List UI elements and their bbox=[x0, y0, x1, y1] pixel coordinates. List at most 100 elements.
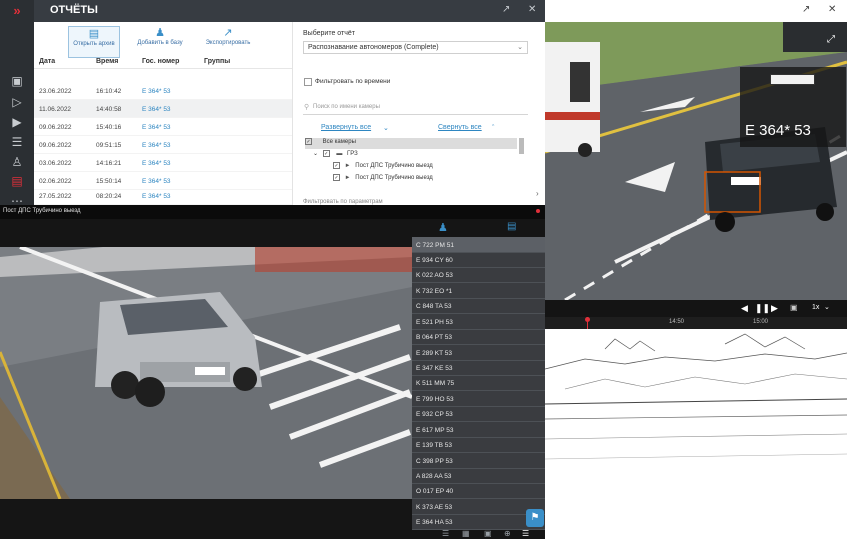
row-plate[interactable]: E 364* 53 bbox=[142, 178, 171, 185]
menu-icon[interactable]: ☰ bbox=[522, 529, 529, 538]
list-item[interactable]: E 799 HO 53 bbox=[412, 391, 545, 407]
table-row[interactable]: 09.06.2022 09:51:15 E 364* 53 bbox=[34, 136, 292, 154]
list-item[interactable]: K 732 EO *1 bbox=[412, 283, 545, 299]
road-scene bbox=[0, 247, 412, 499]
row-plate[interactable]: E 364* 53 bbox=[142, 193, 171, 200]
list-item[interactable]: O 017 EP 40 bbox=[412, 483, 545, 499]
edge-detection-view[interactable] bbox=[545, 329, 847, 539]
pin-icon[interactable]: ↗ bbox=[502, 4, 510, 15]
chevron-down-icon[interactable]: ⌄ bbox=[824, 303, 830, 311]
camera-icon: ► bbox=[344, 163, 351, 170]
table-row[interactable]: 03.06.2022 14:16:21 E 364* 53 bbox=[34, 154, 292, 172]
reports-icon[interactable]: ▤ bbox=[7, 174, 27, 188]
row-time: 15:40:16 bbox=[96, 124, 122, 131]
list-tab-icon[interactable]: ▤ bbox=[507, 221, 516, 232]
video-archive-icon[interactable]: ▶ bbox=[7, 115, 27, 129]
row-plate[interactable]: E 364* 53 bbox=[142, 88, 171, 95]
camera-header: Пост ДПС Трубичино выезд bbox=[0, 205, 545, 219]
report-settings-panel: Выберите отчёт Распознавание автономеров… bbox=[292, 22, 545, 205]
row-plate[interactable]: E 364* 53 bbox=[142, 142, 171, 149]
fullscreen-icon[interactable]: ⤢ bbox=[827, 34, 835, 45]
row-time: 15:50:14 bbox=[96, 178, 122, 185]
pin-icon[interactable]: ↗ bbox=[802, 4, 810, 15]
users-icon[interactable]: ♙ bbox=[7, 155, 27, 169]
column-groups[interactable]: Группы bbox=[204, 58, 230, 65]
open-archive-button[interactable]: ▤ Открыть архив bbox=[68, 26, 120, 58]
filter-time-checkbox[interactable] bbox=[304, 78, 312, 86]
playback-mode-icon[interactable]: ▣ bbox=[790, 303, 798, 312]
list-item[interactable]: E 617 MP 53 bbox=[412, 422, 545, 438]
grid-icon[interactable]: ▦ bbox=[462, 529, 470, 538]
list-item[interactable]: B 064 PT 53 bbox=[412, 329, 545, 345]
monitor-icon[interactable]: ▣ bbox=[7, 74, 27, 88]
list-item[interactable]: E 934 CY 60 bbox=[412, 252, 545, 268]
playback-speed[interactable]: 1x bbox=[812, 304, 819, 311]
list-item[interactable]: K 511 MM 75 bbox=[412, 375, 545, 391]
check-icon[interactable]: ✓ bbox=[333, 174, 340, 181]
previous-icon[interactable]: ◀ bbox=[741, 303, 748, 314]
close-icon[interactable]: ✕ bbox=[828, 4, 836, 15]
zoom-icon[interactable]: ⊕ bbox=[504, 529, 511, 538]
notification-bell-icon[interactable]: ⚑ bbox=[526, 509, 544, 527]
plate-overlay: E 364* 53 bbox=[740, 67, 846, 147]
expand-all-link[interactable]: Развернуть все bbox=[321, 124, 371, 131]
app-sidebar: » ▣ ▷ ▶ ☰ ♙ ▤ ⋯ bbox=[0, 0, 34, 208]
column-time[interactable]: Время bbox=[96, 58, 118, 65]
timeline-tick: 15:00 bbox=[753, 319, 769, 325]
list-item[interactable]: C 722 PM 51 bbox=[412, 237, 545, 253]
timeline[interactable]: 14:50 15:00 bbox=[545, 317, 847, 329]
check-icon[interactable]: ✓ bbox=[322, 150, 330, 157]
archive-icon: ▤ bbox=[88, 28, 100, 40]
export-icon: ↗ bbox=[223, 27, 233, 39]
recognized-plate: E 364* 53 bbox=[745, 122, 811, 139]
chevron-right-icon[interactable]: › bbox=[536, 189, 539, 198]
add-to-base-button[interactable]: ♟ Добавить в базу bbox=[130, 26, 190, 58]
list-icon[interactable]: ☰ bbox=[7, 135, 27, 149]
list-item[interactable]: E 347 KE 53 bbox=[412, 360, 545, 376]
camera-icon[interactable]: ▷ bbox=[7, 95, 27, 109]
plate-camera-video[interactable]: E 364* 53 ⤢ bbox=[545, 22, 847, 300]
list-item[interactable]: E 521 PH 53 bbox=[412, 314, 545, 330]
row-plate[interactable]: E 364* 53 bbox=[142, 160, 171, 167]
tree-item-camera[interactable]: ✓ ► Пост ДПС Трубичино выезд bbox=[333, 162, 545, 173]
next-icon[interactable]: ▶ bbox=[771, 303, 778, 314]
camera-icon[interactable]: ▣ bbox=[484, 529, 492, 538]
timeline-handle[interactable] bbox=[585, 317, 590, 322]
camera-toolbar: ☰ ▦ ▣ ⊕ ☰ bbox=[412, 529, 545, 539]
export-button[interactable]: ↗ Экспортировать bbox=[198, 26, 258, 58]
table-row[interactable]: 02.06.2022 15:50:14 E 364* 53 bbox=[34, 172, 292, 190]
expand-menu-icon[interactable]: » bbox=[6, 3, 28, 19]
highway-scene bbox=[545, 22, 847, 300]
export-label: Экспортировать bbox=[205, 40, 251, 46]
pause-icon[interactable]: ❚❚ bbox=[755, 303, 770, 314]
table-row[interactable]: 27.05.2022 08:20:24 E 364* 53 bbox=[34, 190, 292, 205]
row-plate[interactable]: E 364* 53 bbox=[142, 106, 171, 113]
close-icon[interactable]: ✕ bbox=[528, 4, 536, 15]
person-tab-icon[interactable]: ♟ bbox=[438, 221, 448, 234]
list-item[interactable]: E 932 CP 53 bbox=[412, 406, 545, 422]
list-item[interactable]: K 022 AO 53 bbox=[412, 267, 545, 283]
check-icon[interactable]: ✓ bbox=[333, 162, 340, 169]
tree-item-group[interactable]: ⌄ ✓ ▬ ГРЗ bbox=[313, 150, 525, 161]
check-icon[interactable]: ✓ bbox=[305, 138, 312, 145]
column-plate[interactable]: Гос. номер bbox=[142, 58, 179, 65]
tree-item-camera[interactable]: ✓ ► Пост ДПС Трубичино выезд bbox=[333, 174, 545, 185]
list-item[interactable]: C 398 PP 53 bbox=[412, 453, 545, 469]
table-row[interactable]: 09.06.2022 15:40:16 E 364* 53 bbox=[34, 118, 292, 136]
table-row[interactable]: 11.06.2022 14:40:58 E 364* 53 bbox=[34, 100, 292, 118]
timeline-tick: 14:50 bbox=[669, 319, 685, 325]
camera-video[interactable] bbox=[0, 247, 412, 499]
plate-crop bbox=[770, 74, 815, 85]
layers-icon[interactable]: ☰ bbox=[442, 529, 449, 538]
table-row[interactable]: 23.06.2022 16:10:42 E 364* 53 bbox=[34, 82, 292, 100]
list-item[interactable]: E 139 TB 53 bbox=[412, 437, 545, 453]
collapse-all-link[interactable]: Свернуть все bbox=[438, 124, 482, 131]
camera-search-input[interactable]: ⚲ Поиск по имени камеры bbox=[303, 102, 528, 115]
list-item[interactable]: C 848 TA 53 bbox=[412, 298, 545, 314]
row-plate[interactable]: E 364* 53 bbox=[142, 124, 171, 131]
list-item[interactable]: A 828 AA 53 bbox=[412, 468, 545, 484]
report-select[interactable]: Распознавание автономеров (Complete) ⌄ bbox=[303, 41, 528, 54]
list-item[interactable]: E 289 KT 53 bbox=[412, 345, 545, 361]
column-date[interactable]: Дата bbox=[39, 58, 55, 65]
tree-item-all-cameras[interactable]: ✓ Все камеры bbox=[305, 138, 517, 149]
